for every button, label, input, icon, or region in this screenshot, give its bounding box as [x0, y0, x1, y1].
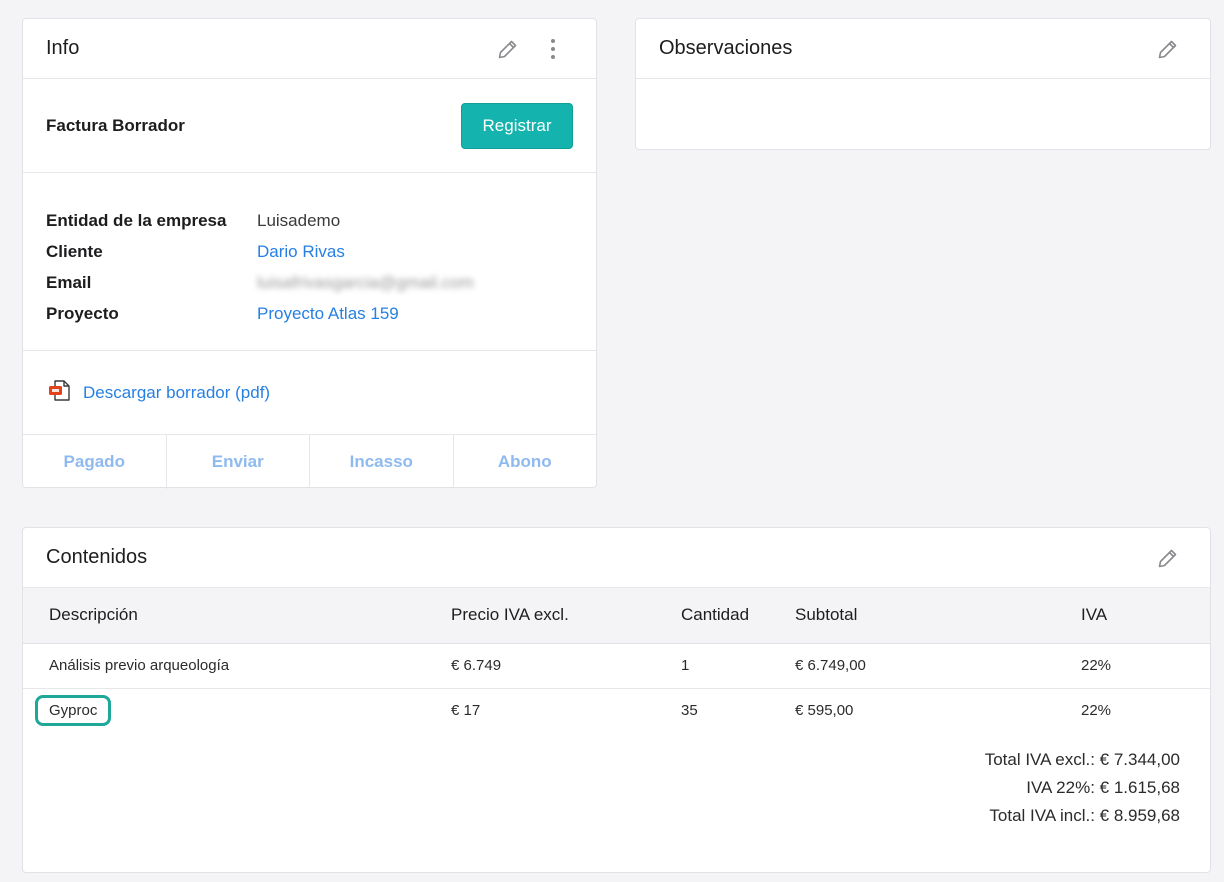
edit-contenidos-button[interactable]: [1156, 546, 1180, 570]
column-descripcion: Descripción: [49, 605, 138, 625]
contenidos-header: Contenidos: [23, 528, 1210, 588]
edit-info-button[interactable]: [496, 37, 520, 61]
table-header-row: Descripción Precio IVA excl. Cantidad Su…: [23, 588, 1210, 643]
edit-observaciones-button[interactable]: [1156, 37, 1180, 61]
pencil-icon: [1158, 40, 1177, 59]
table-row[interactable]: Gyproc € 17 35 € 595,00 22%: [23, 688, 1210, 733]
total-iva: IVA 22%: € 1.615,68: [1026, 778, 1180, 797]
observaciones-header: Observaciones: [636, 19, 1210, 79]
actions-row: Pagado Enviar Incasso Abono: [23, 435, 596, 489]
highlighted-description[interactable]: Gyproc: [35, 695, 112, 727]
action-enviar[interactable]: Enviar: [167, 435, 310, 489]
column-precio: Precio IVA excl.: [451, 605, 569, 625]
project-link[interactable]: Proyecto Atlas 159: [257, 304, 399, 324]
status-label: Factura Borrador: [46, 115, 185, 135]
cell-iva: 22%: [1081, 657, 1112, 674]
cell-descripcion: Gyproc: [23, 688, 451, 733]
observaciones-title: Observaciones: [659, 37, 793, 59]
column-subtotal: Subtotal: [795, 605, 858, 625]
detail-key: Proyecto: [46, 303, 119, 323]
detail-key: Entidad de la empresa: [46, 210, 227, 230]
table-row[interactable]: Análisis previo arqueología € 6.749 1 € …: [23, 643, 1210, 688]
column-cantidad: Cantidad: [681, 605, 750, 625]
contents-table: Descripción Precio IVA excl. Cantidad Su…: [23, 588, 1210, 733]
cell-subtotal: € 595,00: [795, 702, 854, 720]
cell-precio: € 17: [451, 702, 481, 720]
more-options-button[interactable]: [541, 37, 565, 61]
more-vertical-icon: [551, 39, 555, 59]
cell-descripcion: Análisis previo arqueología: [49, 657, 230, 674]
status-row: Factura Borrador Registrar: [23, 79, 596, 173]
download-row: Descargar borrador (pdf): [23, 351, 596, 435]
cell-cantidad: 1: [681, 657, 690, 674]
detail-row-email: Email luisafrivasgarcia@gmail.com: [46, 267, 573, 298]
detail-key: Cliente: [46, 241, 103, 261]
contenidos-card: Contenidos Descripción Precio IVA excl. …: [22, 527, 1211, 873]
action-pagado[interactable]: Pagado: [23, 435, 167, 489]
download-draft-link[interactable]: Descargar borrador (pdf): [83, 383, 270, 403]
cell-subtotal: € 6.749,00: [795, 657, 866, 674]
detail-value: Luisademo: [257, 210, 341, 230]
details-list: Entidad de la empresa Luisademo Cliente …: [23, 173, 596, 351]
pdf-icon: [46, 376, 74, 409]
info-header: Info: [23, 19, 596, 79]
detail-row-entidad: Entidad de la empresa Luisademo: [46, 205, 573, 236]
info-card: Info Factura Borrador Registrar Entidad …: [22, 18, 597, 489]
totals-block: Total IVA excl.: € 7.344,00 IVA 22%: € 1…: [985, 746, 1180, 830]
observaciones-card: Observaciones: [635, 18, 1211, 150]
info-title: Info: [46, 37, 80, 59]
action-abono[interactable]: Abono: [454, 435, 597, 489]
detail-key: Email: [46, 272, 92, 292]
contenidos-title: Contenidos: [46, 546, 148, 568]
total-excl: Total IVA excl.: € 7.344,00: [984, 750, 1180, 769]
cell-precio: € 6.749: [451, 657, 502, 674]
email-value: luisafrivasgarcia@gmail.com: [257, 272, 474, 292]
pencil-icon: [498, 40, 517, 59]
detail-row-cliente: Cliente Dario Rivas: [46, 236, 573, 267]
client-link[interactable]: Dario Rivas: [257, 242, 345, 262]
column-iva: IVA: [1081, 605, 1108, 625]
pencil-icon: [1158, 549, 1177, 568]
action-incasso[interactable]: Incasso: [310, 435, 454, 489]
cell-iva: 22%: [1081, 702, 1112, 720]
register-button[interactable]: Registrar: [461, 102, 573, 149]
cell-cantidad: 35: [681, 702, 698, 720]
detail-row-proyecto: Proyecto Proyecto Atlas 159: [46, 298, 573, 329]
total-incl: Total IVA incl.: € 8.959,68: [989, 806, 1180, 825]
